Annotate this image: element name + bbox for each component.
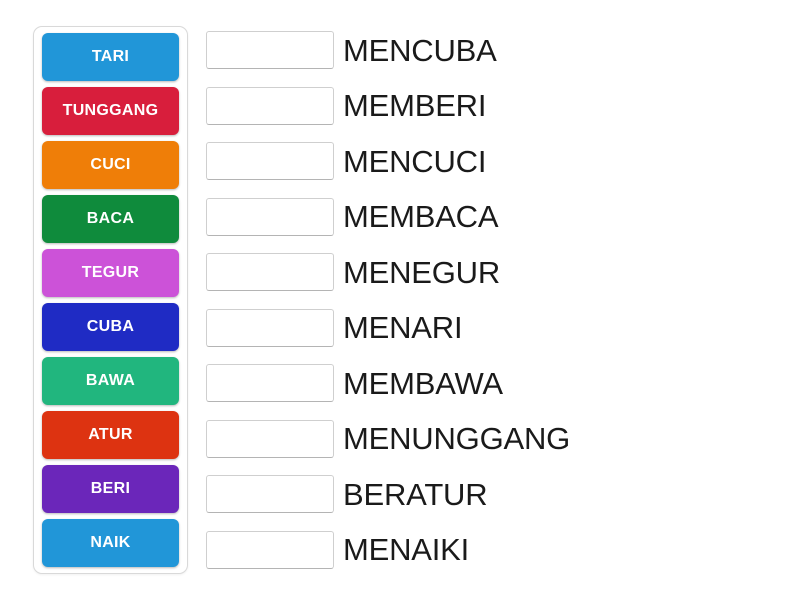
answer-drop-box[interactable] xyxy=(206,142,334,181)
word-tile[interactable]: TEGUR xyxy=(42,249,179,297)
answer-label: MENUNGGANG xyxy=(343,421,571,457)
word-tile[interactable]: BERI xyxy=(42,465,179,513)
word-tile[interactable]: TUNGGANG xyxy=(42,87,179,135)
word-tile[interactable]: BACA xyxy=(42,195,179,243)
word-tile[interactable]: ATUR xyxy=(42,411,179,459)
answer-label: MEMBERI xyxy=(343,88,487,124)
answer-label: MENAIKI xyxy=(343,532,470,568)
match-up-activity: TARI TUNGGANG CUCI BACA TEGUR CUBA BAWA ATUR BER… xyxy=(0,0,800,600)
answer-row: MENUNGGANG xyxy=(206,415,796,463)
answer-drop-box[interactable] xyxy=(206,364,334,403)
answer-label: MEMBACA xyxy=(343,199,499,235)
answer-row: MENCUBA xyxy=(206,26,796,74)
answer-drop-box[interactable] xyxy=(206,197,334,236)
answer-label: MENCUCI xyxy=(343,143,487,179)
word-tile[interactable]: NAIK xyxy=(42,519,179,567)
answer-label: MENEGUR xyxy=(343,254,501,290)
answer-row: MEMBACA xyxy=(206,193,796,241)
answer-row: MEMBERI xyxy=(206,82,796,130)
answer-label: MENCUBA xyxy=(343,32,497,68)
answer-label: BERATUR xyxy=(343,476,488,512)
answer-drop-box[interactable] xyxy=(206,530,334,569)
answer-drop-box[interactable] xyxy=(206,308,334,347)
word-tile[interactable]: CUBA xyxy=(42,303,179,351)
answer-row: MEMBAWA xyxy=(206,359,796,407)
answer-drop-box[interactable] xyxy=(206,475,334,514)
answer-drop-box[interactable] xyxy=(206,86,334,125)
word-tile-tray: TARI TUNGGANG CUCI BACA TEGUR CUBA BAWA ATUR BER… xyxy=(33,26,188,574)
answer-row: MENAIKI xyxy=(206,526,796,574)
word-tile[interactable]: BAWA xyxy=(42,357,179,405)
answer-row: MENARI xyxy=(206,304,796,352)
answer-row: BERATUR xyxy=(206,470,796,518)
answer-rows: MENCUBA MEMBERI MENCUCI MEMBACA MENEGUR MENAR… xyxy=(206,26,796,574)
answer-label: MENARI xyxy=(343,310,463,346)
answer-drop-box[interactable] xyxy=(206,31,334,69)
answer-drop-box[interactable] xyxy=(206,419,334,458)
answer-drop-box[interactable] xyxy=(206,253,334,292)
answer-label: MEMBAWA xyxy=(343,365,503,401)
word-tile[interactable]: TARI xyxy=(42,33,179,81)
answer-row: MENCUCI xyxy=(206,137,796,185)
answer-row: MENEGUR xyxy=(206,248,796,296)
word-tile[interactable]: CUCI xyxy=(42,141,179,189)
